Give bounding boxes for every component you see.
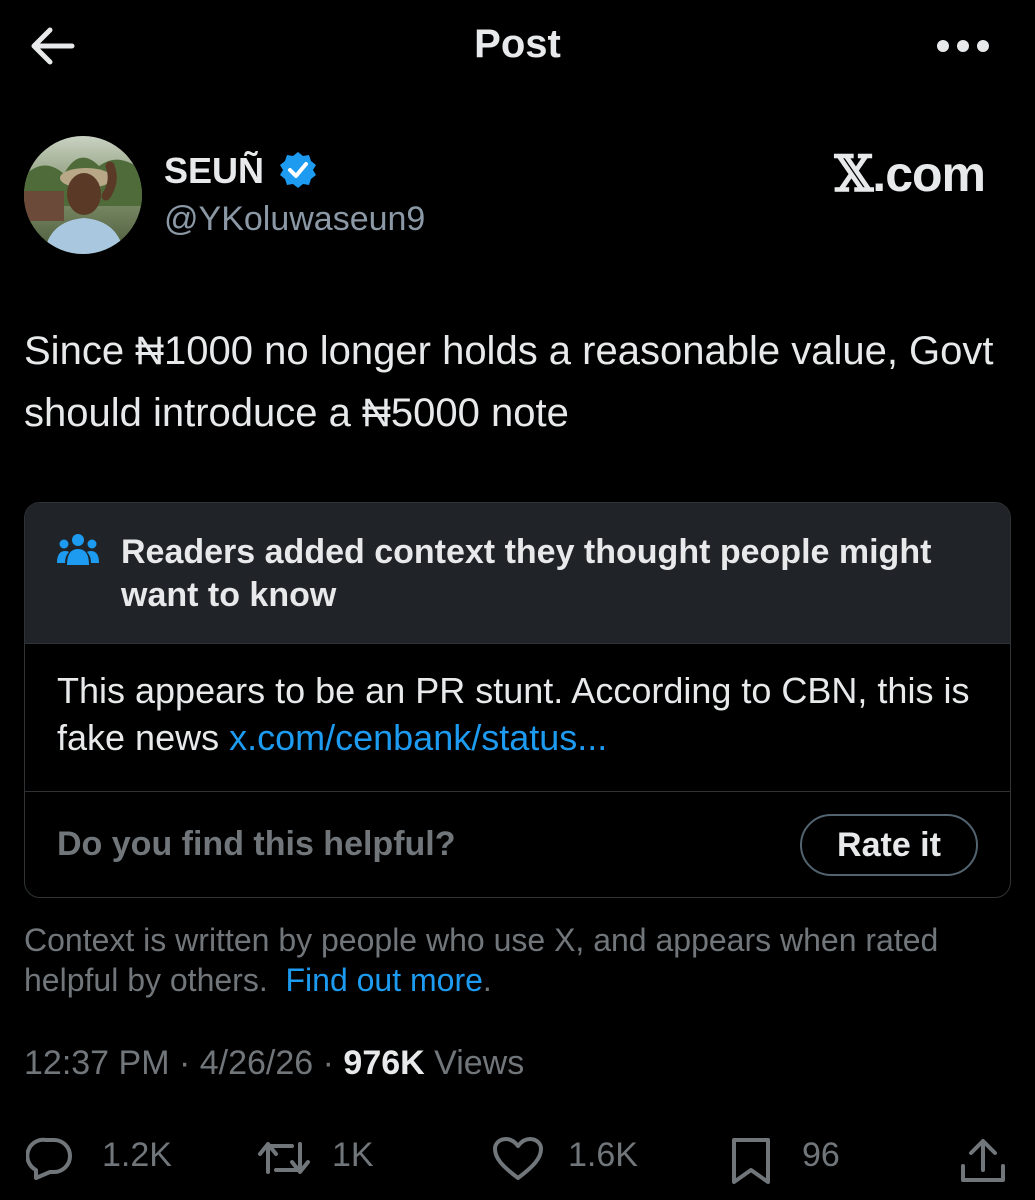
author-handle[interactable]: @YKoluwaseun9: [164, 200, 425, 239]
find-out-more-link[interactable]: Find out more: [285, 962, 482, 998]
post-time[interactable]: 12:37 PM: [24, 1044, 170, 1082]
repost-button[interactable]: 1K: [256, 1130, 386, 1186]
watermark-suffix: .com: [872, 146, 986, 202]
action-bar: 1.2K 1K 1.6K 96: [0, 1130, 1035, 1186]
community-note-link[interactable]: x.com/cenbank/status...: [229, 717, 607, 758]
post-meta: 12:37 PM · 4/26/26 · 976K Views: [24, 1044, 524, 1083]
community-note-header: Readers added context they thought peopl…: [25, 503, 1010, 644]
avatar[interactable]: [24, 136, 142, 254]
page-title: Post: [474, 22, 561, 66]
divider: [25, 791, 1010, 792]
like-count: 1.6K: [568, 1136, 638, 1174]
reply-icon: [26, 1137, 72, 1180]
reply-button[interactable]: 1.2K: [26, 1130, 186, 1186]
rate-it-button[interactable]: Rate it: [800, 814, 978, 876]
community-note-card: Readers added context they thought peopl…: [24, 502, 1011, 898]
share-button[interactable]: [958, 1130, 1010, 1186]
author-display-name[interactable]: SEUÑ: [164, 150, 264, 192]
repost-count: 1K: [332, 1136, 374, 1174]
views-label: Views: [424, 1044, 525, 1082]
people-icon: [57, 533, 99, 567]
bookmark-button[interactable]: 96: [728, 1130, 858, 1186]
heart-icon: [493, 1137, 543, 1180]
meta-separator: ·: [313, 1044, 344, 1082]
bookmark-icon: [732, 1138, 770, 1184]
meta-separator: ·: [169, 1044, 200, 1082]
share-icon: [961, 1139, 1005, 1182]
context-info: Context is written by people who use X, …: [24, 920, 1014, 1000]
views-count: 976K: [343, 1044, 425, 1082]
post-text: Since ₦1000 no longer holds a reasonable…: [24, 329, 994, 435]
more-options-button[interactable]: [935, 36, 991, 56]
context-info-period: .: [482, 962, 492, 998]
top-bar: Post: [0, 0, 1035, 92]
repost-icon: [258, 1142, 310, 1174]
community-note-body: This appears to be an PR stunt. Accordin…: [57, 667, 987, 761]
verified-badge-icon: [278, 150, 318, 190]
x-logo-glyph: 𝕏: [834, 144, 874, 203]
x-com-watermark: 𝕏.com: [835, 144, 986, 203]
reply-count: 1.2K: [102, 1136, 172, 1174]
helpful-question: Do you find this helpful?: [57, 825, 456, 863]
community-note-title: Readers added context they thought peopl…: [121, 533, 932, 614]
post-date[interactable]: 4/26/26: [200, 1044, 313, 1082]
like-button[interactable]: 1.6K: [492, 1130, 652, 1186]
more-horizontal-icon: [937, 40, 989, 52]
bookmark-count: 96: [802, 1136, 840, 1174]
avatar-image: [24, 136, 142, 254]
